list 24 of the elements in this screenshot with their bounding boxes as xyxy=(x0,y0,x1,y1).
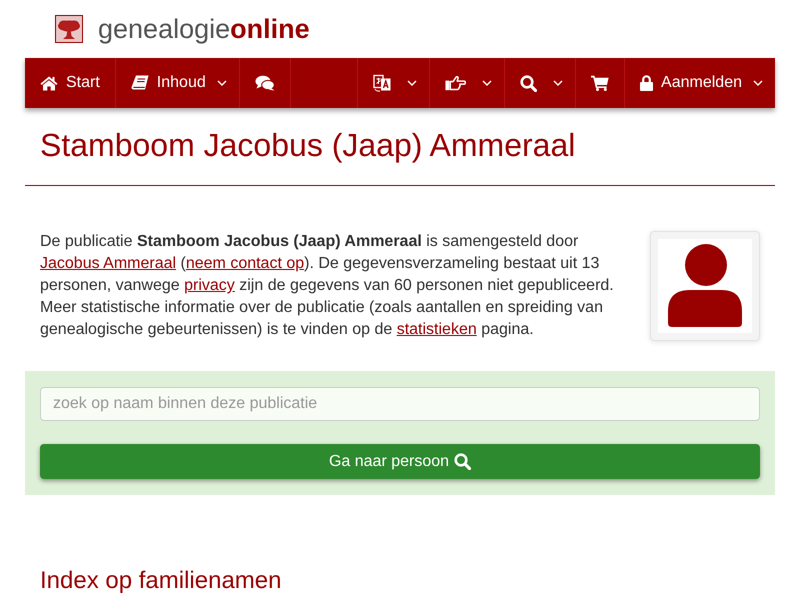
nav-menu-item[interactable]: Inhoud xyxy=(116,58,240,108)
chat-bubbles-icon xyxy=(254,75,275,91)
translate-icon xyxy=(373,74,392,92)
go-to-person-button[interactable]: Ga naar persoon xyxy=(40,444,760,480)
nav-menu-item[interactable]: Start xyxy=(25,58,116,108)
home-icon xyxy=(40,76,58,90)
section-heading: Index op familienamen xyxy=(39,568,282,595)
search-field[interactable]: zoek op naam binnen deze publicatie xyxy=(40,387,760,422)
site-name[interactable]: genealogieonline xyxy=(98,16,310,42)
cart-icon xyxy=(591,75,610,91)
search-icon xyxy=(454,453,472,470)
person-silhouette-icon xyxy=(658,239,752,334)
pointing-hand-icon xyxy=(445,75,466,91)
nav-menu-item[interactable]: Aanmelden xyxy=(624,58,775,108)
text-link[interactable]: statistieken xyxy=(396,321,477,338)
text-link[interactable]: Jacobus Ammeraal xyxy=(40,255,176,272)
tree-logo-icon[interactable] xyxy=(55,15,83,43)
text-link[interactable]: privacy xyxy=(184,277,235,294)
text-link[interactable]: neem contact op xyxy=(186,255,304,272)
lock-icon xyxy=(640,75,654,91)
search-icon xyxy=(520,74,538,92)
book-icon xyxy=(130,75,149,91)
intro-paragraph: De publicatie Stamboom Jacobus (Jaap) Ammeraal is samengesteld door Jacobus Ammeraal (neem contact op). De gegevensverzameling bestaat uit 13 personen, vanwege privacy zijn de gegevens van 60 personen niet gepubliceerd. Meer statistische informatie over de publicatie (zoals aantallen en spreiding van genealogische gebeurtenissen) is te vinden op de statistieken pagina. xyxy=(40,232,615,340)
page-title: Stamboom Jacobus (Jaap) Ammeraal xyxy=(25,128,775,186)
